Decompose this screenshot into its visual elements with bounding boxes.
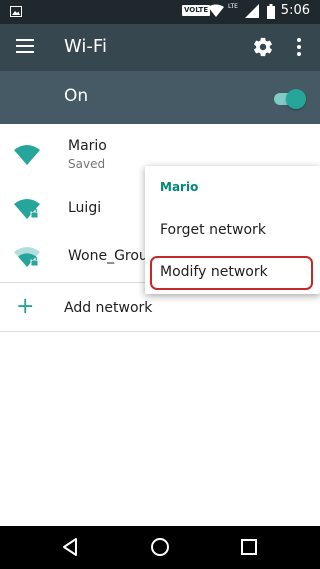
wifi-signal-icon [208,4,224,17]
toolbar: Wi-Fi [0,24,320,71]
image-notification-icon [10,6,22,17]
wifi-locked-icon [14,199,40,219]
network-name: Wone_Group [68,248,157,264]
lte-label: LTE [228,3,238,10]
recents-icon[interactable] [238,536,260,558]
context-menu-title: Mario [160,180,199,194]
wifi-master-switch-bar[interactable]: On [0,71,320,124]
battery-icon [267,4,275,19]
home-icon[interactable] [149,536,171,558]
network-name: Mario [68,138,107,154]
gear-icon[interactable] [252,36,274,58]
forget-network-option[interactable]: Forget network [160,222,266,238]
highlight-annotation [150,256,313,290]
wifi-medium-locked-icon [14,247,40,267]
network-context-menu: Mario Forget network Modify network [145,166,320,294]
navigation-bar [0,526,320,569]
cell-signal-icon [245,4,259,18]
back-icon[interactable] [60,536,82,558]
wifi-full-icon [14,145,40,165]
overflow-menu-icon[interactable] [295,37,303,57]
plus-icon: + [16,294,35,319]
network-name: Luigi [68,200,102,216]
toggle-thumb [286,89,306,109]
network-status: Saved [68,157,106,171]
menu-icon[interactable] [16,39,34,53]
status-bar: VOLTE LTE 5:06 [0,0,320,24]
add-network-label: Add network [64,300,153,316]
page-title: Wi-Fi [64,36,107,57]
switch-label: On [64,86,89,106]
volte-badge: VOLTE [182,5,211,16]
wifi-toggle[interactable] [272,89,306,109]
clock: 5:06 [280,3,310,18]
